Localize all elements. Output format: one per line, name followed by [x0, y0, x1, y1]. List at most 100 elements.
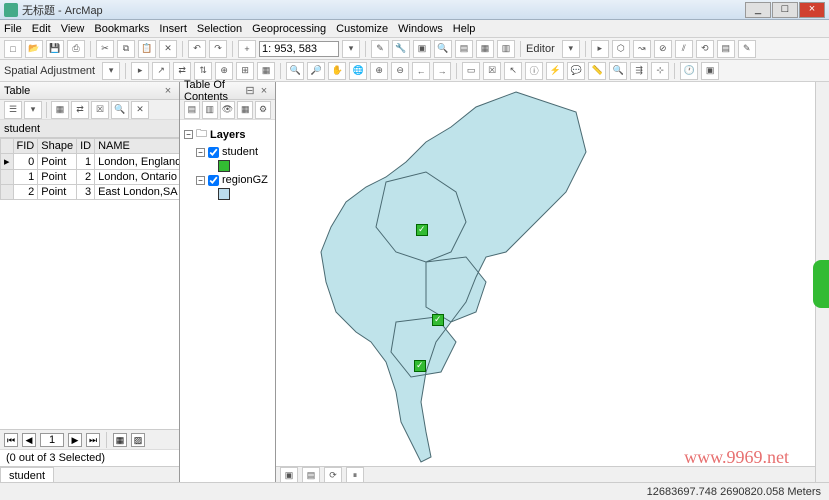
time-slider-icon[interactable]: 🕐 [680, 62, 698, 80]
menu-customize[interactable]: Customize [336, 23, 388, 35]
nav-next-icon[interactable]: ▶ [68, 433, 82, 447]
cut-polygons-icon[interactable]: ⊘ [654, 40, 672, 58]
menu-view[interactable]: View [61, 23, 85, 35]
switch-selection-icon[interactable]: ⇄ [71, 101, 89, 119]
forward-icon[interactable]: → [433, 62, 451, 80]
print-icon[interactable]: ⎙ [67, 40, 85, 58]
layer-checkbox-student[interactable] [208, 147, 219, 158]
scale-dropdown-icon[interactable]: ▾ [342, 40, 360, 58]
sa-dropdown-icon[interactable]: ▾ [102, 62, 120, 80]
menu-edit[interactable]: Edit [32, 23, 51, 35]
layers-root-label[interactable]: Layers [210, 129, 245, 141]
table-row[interactable]: 1Point2London, Ontario [1, 170, 180, 185]
editor-label[interactable]: Editor [526, 43, 555, 55]
editor-toolbar-icon[interactable]: ✎ [371, 40, 389, 58]
toc-options-icon[interactable]: ⚙ [255, 101, 271, 119]
layer-tree[interactable]: − 🗀 Layers − student − regionGZ [180, 120, 275, 484]
view-links-icon[interactable]: ▦ [257, 62, 275, 80]
side-dock-tab[interactable] [813, 260, 829, 308]
nav-record-input[interactable] [40, 433, 64, 447]
split-icon[interactable]: ⫽ [675, 40, 693, 58]
cut-icon[interactable]: ✂ [96, 40, 114, 58]
show-all-icon[interactable]: ▦ [113, 433, 127, 447]
spatial-adjustment-label[interactable]: Spatial Adjustment [4, 65, 95, 77]
col-fid[interactable]: FID [13, 139, 38, 154]
menu-geoprocessing[interactable]: Geoprocessing [252, 23, 326, 35]
find-icon[interactable]: 🔍 [609, 62, 627, 80]
col-name[interactable]: NAME [95, 139, 179, 154]
nav-last-icon[interactable]: ⏭ [86, 433, 100, 447]
pan-icon[interactable]: ✋ [328, 62, 346, 80]
html-popup-icon[interactable]: 💬 [567, 62, 585, 80]
zoom-out-icon[interactable]: 🔎 [307, 62, 325, 80]
toc-pin-icon[interactable]: ⊟ [243, 84, 257, 97]
layer-label-student[interactable]: student [222, 146, 258, 158]
find-route-icon[interactable]: ⇶ [630, 62, 648, 80]
point-marker[interactable] [432, 314, 444, 326]
identify-icon[interactable]: ⓘ [525, 62, 543, 80]
menu-bookmarks[interactable]: Bookmarks [94, 23, 149, 35]
minimize-button[interactable]: _ [745, 2, 771, 18]
menu-selection[interactable]: Selection [197, 23, 242, 35]
fixed-zoom-out-icon[interactable]: ⊖ [391, 62, 409, 80]
full-extent-icon[interactable]: 🌐 [349, 62, 367, 80]
clear-sel-icon[interactable]: ☒ [91, 101, 109, 119]
table-row[interactable]: ▸0Point1London, England [1, 154, 180, 170]
back-icon[interactable]: ← [412, 62, 430, 80]
list-by-selection-icon[interactable]: ▦ [237, 101, 253, 119]
select-features-icon[interactable]: ▭ [462, 62, 480, 80]
search-icon[interactable]: 🔍 [434, 40, 452, 58]
add-data-icon[interactable]: + [238, 40, 256, 58]
edit-vertices-icon[interactable]: ⬡ [612, 40, 630, 58]
menu-windows[interactable]: Windows [398, 23, 443, 35]
toc-close-icon[interactable]: × [257, 85, 271, 97]
zoom-selected-icon[interactable]: 🔍 [111, 101, 129, 119]
editor-dropdown-icon[interactable]: ▾ [562, 40, 580, 58]
delete-selected-icon[interactable]: ✕ [131, 101, 149, 119]
tree-collapse-icon[interactable]: − [196, 148, 205, 157]
select-by-attr-icon[interactable]: ▦ [51, 101, 69, 119]
create-viewer-icon[interactable]: ▣ [701, 62, 719, 80]
symbol-student-icon[interactable] [218, 160, 230, 172]
menu-insert[interactable]: Insert [159, 23, 187, 35]
paste-icon[interactable]: 📋 [138, 40, 156, 58]
col-id[interactable]: ID [77, 139, 95, 154]
edit-tool-icon[interactable]: ▸ [591, 40, 609, 58]
point-marker[interactable] [414, 360, 426, 372]
select-icon[interactable]: ▸ [131, 62, 149, 80]
col-shape[interactable]: Shape [38, 139, 77, 154]
zoom-in-icon[interactable]: 🔍 [286, 62, 304, 80]
table-icon[interactable]: ▥ [497, 40, 515, 58]
tree-collapse-icon[interactable]: − [184, 130, 193, 139]
new-icon[interactable]: □ [4, 40, 22, 58]
point-marker[interactable] [416, 224, 428, 236]
table-row[interactable]: 2Point3East London,SA [1, 185, 180, 200]
close-button[interactable]: × [799, 2, 825, 18]
python-icon[interactable]: ▤ [455, 40, 473, 58]
nav-first-icon[interactable]: ⏮ [4, 433, 18, 447]
link-icon[interactable]: ↗ [152, 62, 170, 80]
table-options-icon[interactable]: ☰ [4, 101, 22, 119]
maximize-button[interactable]: □ [772, 2, 798, 18]
list-by-drawing-icon[interactable]: ▤ [184, 101, 200, 119]
model-builder-icon[interactable]: ▦ [476, 40, 494, 58]
layer-checkbox-regiongz[interactable] [208, 175, 219, 186]
clear-selection-icon[interactable]: ☒ [483, 62, 501, 80]
save-icon[interactable]: 💾 [46, 40, 64, 58]
go-to-xy-icon[interactable]: ⊹ [651, 62, 669, 80]
open-icon[interactable]: 📂 [25, 40, 43, 58]
nav-prev-icon[interactable]: ◀ [22, 433, 36, 447]
symbol-regiongz-icon[interactable] [218, 188, 230, 200]
catalog-icon[interactable]: ▣ [413, 40, 431, 58]
attributes-icon[interactable]: ▤ [717, 40, 735, 58]
hyperlink-icon[interactable]: ⚡ [546, 62, 564, 80]
reshape-icon[interactable]: ↝ [633, 40, 651, 58]
select-elements-icon[interactable]: ↖ [504, 62, 522, 80]
sketch-icon[interactable]: ✎ [738, 40, 756, 58]
list-by-source-icon[interactable]: ▥ [202, 101, 218, 119]
table-panel-close-icon[interactable]: × [161, 85, 175, 97]
attribute-table[interactable]: FID Shape ID NAME ▸0Point1London, Englan… [0, 138, 179, 429]
identity-link-icon[interactable]: ⊕ [215, 62, 233, 80]
map-canvas[interactable]: ▣ ▤ ⟳ ⏸ www.9969.net [276, 82, 829, 484]
redo-icon[interactable]: ↷ [209, 40, 227, 58]
